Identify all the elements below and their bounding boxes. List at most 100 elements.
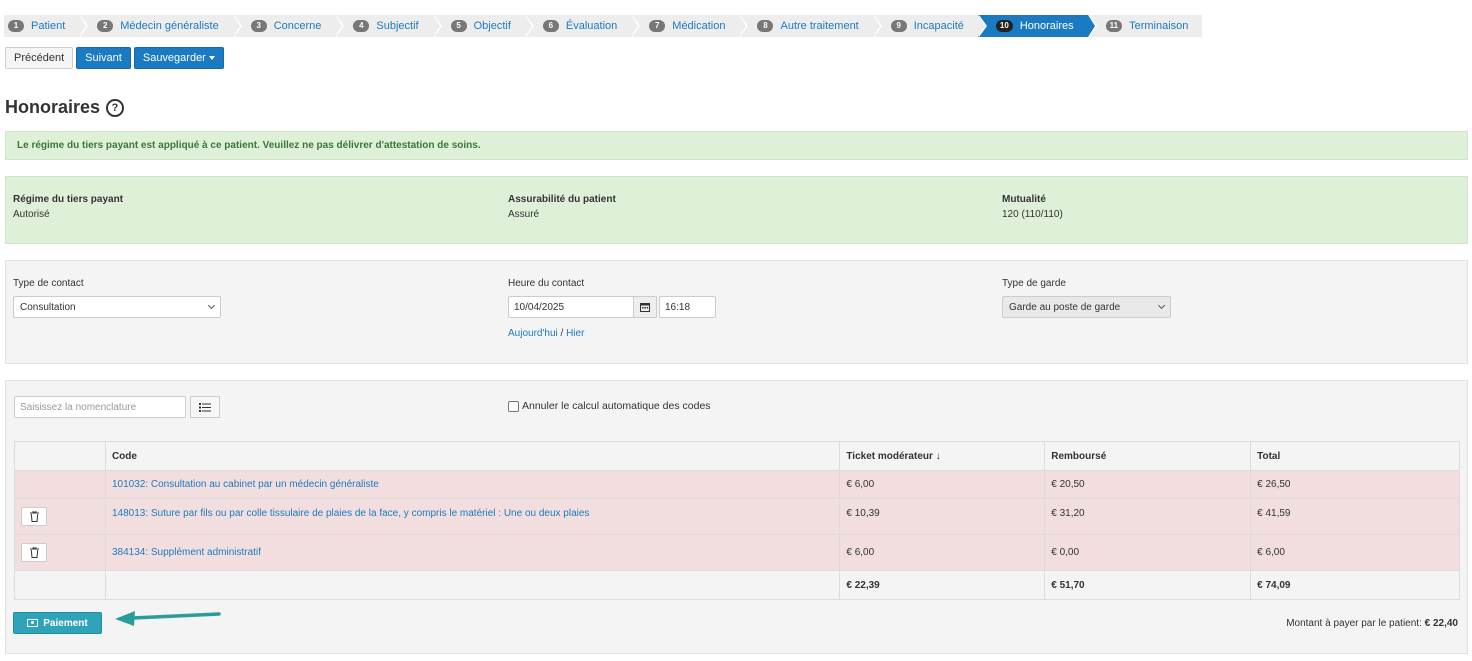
step-number: 9 bbox=[890, 20, 907, 32]
code-link[interactable]: 384134: Supplément administratif bbox=[104, 534, 841, 571]
garde-type-select[interactable]: Garde au poste de garde bbox=[1002, 296, 1171, 318]
assurabilite-block: Assurabilité du patient Assuré bbox=[508, 194, 616, 220]
step-label: Évaluation bbox=[565, 20, 618, 32]
table-row: 384134: Supplément administratif € 6,00 … bbox=[14, 534, 1460, 571]
step-objectif[interactable]: 5 Objectif bbox=[432, 15, 535, 37]
today-link[interactable]: Aujourd'hui bbox=[508, 328, 558, 339]
auto-calc-checkbox[interactable] bbox=[508, 400, 519, 412]
total-column-header: Total bbox=[1250, 441, 1460, 471]
row-action-cell bbox=[14, 534, 106, 571]
list-icon[interactable] bbox=[190, 396, 220, 418]
step-number: 2 bbox=[97, 20, 114, 32]
step-medication[interactable]: 7 Médication bbox=[631, 15, 749, 37]
step-incapacite[interactable]: 9 Incapacité bbox=[872, 15, 988, 37]
step-label: Concerne bbox=[273, 20, 322, 32]
regime-value: Autorisé bbox=[13, 209, 50, 220]
contact-date-input[interactable]: 10/04/2025 bbox=[508, 296, 634, 318]
delete-button[interactable] bbox=[21, 507, 47, 526]
save-button-label: Sauvegarder bbox=[142, 52, 206, 64]
ticket-cell: € 10,39 bbox=[839, 498, 1046, 535]
step-label: Incapacité bbox=[913, 20, 964, 32]
step-evaluation[interactable]: 6 Évaluation bbox=[524, 15, 641, 37]
contact-time-label: Heure du contact bbox=[508, 278, 585, 289]
step-concerne[interactable]: 3 Concerne bbox=[232, 15, 345, 37]
total-cell: € 41,59 bbox=[1250, 498, 1460, 535]
due-value: € 22,40 bbox=[1424, 618, 1458, 629]
step-medecin-generaliste[interactable]: 2 Médecin généraliste bbox=[79, 15, 243, 37]
step-terminaison[interactable]: 11 Terminaison bbox=[1087, 15, 1203, 37]
row-action-cell bbox=[14, 498, 106, 535]
previous-button[interactable]: Précédent bbox=[5, 47, 74, 69]
auto-calc-label: Annuler le calcul automatique des codes bbox=[522, 400, 711, 412]
step-number: 7 bbox=[649, 20, 666, 32]
arrow-left-icon bbox=[115, 611, 221, 626]
total-cell: € 26,50 bbox=[1250, 470, 1460, 499]
step-number: 6 bbox=[542, 20, 559, 32]
ticket-cell: € 6,00 bbox=[839, 470, 1046, 499]
ticket-column-header[interactable]: Ticket modérateur ↓ bbox=[839, 441, 1046, 471]
yesterday-link[interactable]: Hier bbox=[566, 328, 584, 339]
chevron-down-icon bbox=[207, 301, 216, 310]
step-number: 8 bbox=[757, 20, 774, 32]
code-link[interactable]: 101032: Consultation au cabinet par un m… bbox=[104, 470, 841, 499]
step-number: 10 bbox=[995, 20, 1013, 32]
trash-icon bbox=[29, 547, 39, 558]
step-patient[interactable]: 1 Patient bbox=[4, 15, 89, 37]
step-subjectif[interactable]: 4 Subjectif bbox=[335, 15, 442, 37]
auto-calc-option[interactable]: Annuler le calcul automatique des codes bbox=[508, 400, 711, 412]
action-column-header bbox=[14, 441, 106, 471]
step-label: Objectif bbox=[473, 20, 511, 32]
due-label: Montant à payer par le patient: bbox=[1286, 618, 1425, 629]
contact-hour-input[interactable]: 16:18 bbox=[659, 296, 716, 318]
delete-button[interactable] bbox=[21, 543, 47, 562]
rembourse-column-header: Remboursé bbox=[1044, 441, 1252, 471]
tiers-payant-alert: Le régime du tiers payant est appliqué à… bbox=[5, 131, 1468, 160]
step-honoraires[interactable]: 10 Honoraires bbox=[977, 15, 1097, 37]
regime-block: Régime du tiers payant Autorisé bbox=[13, 194, 123, 220]
table-row: 101032: Consultation au cabinet par un m… bbox=[14, 470, 1460, 499]
save-button[interactable]: Sauvegarder bbox=[133, 47, 224, 69]
next-button[interactable]: Suivant bbox=[76, 47, 131, 69]
patient-info-panel: Régime du tiers payant Autorisé Assurabi… bbox=[5, 176, 1468, 244]
table-header-row: Code Ticket modérateur ↓ Remboursé Total bbox=[14, 441, 1460, 471]
mutualite-value: 120 (110/110) bbox=[1002, 209, 1063, 220]
nomenclature-search-input[interactable]: Saisissez la nomenclature bbox=[14, 396, 186, 418]
mutualite-label: Mutualité bbox=[1002, 194, 1046, 205]
payment-button[interactable]: Paiement bbox=[13, 612, 102, 634]
step-number: 1 bbox=[8, 20, 24, 32]
money-icon bbox=[27, 619, 39, 627]
rembourse-total: € 51,70 bbox=[1044, 570, 1252, 600]
ticket-total: € 22,39 bbox=[839, 570, 1046, 600]
patient-due-amount: Montant à payer par le patient: € 22,40 bbox=[1286, 618, 1458, 629]
contact-panel: Type de contact Consultation Heure du co… bbox=[5, 260, 1468, 364]
mutualite-block: Mutualité 120 (110/110) bbox=[1002, 194, 1063, 220]
rembourse-cell: € 20,50 bbox=[1044, 470, 1252, 499]
step-autre-traitement[interactable]: 8 Autre traitement bbox=[739, 15, 883, 37]
contact-type-value: Consultation bbox=[20, 301, 76, 313]
step-label: Subjectif bbox=[376, 20, 419, 32]
totals-row: € 22,39 € 51,70 € 74,09 bbox=[14, 570, 1460, 600]
step-number: 3 bbox=[250, 20, 267, 32]
contact-type-select[interactable]: Consultation bbox=[13, 296, 221, 318]
row-action-cell bbox=[14, 470, 106, 499]
help-icon[interactable]: ? bbox=[106, 98, 125, 117]
grand-total: € 74,09 bbox=[1250, 570, 1460, 600]
trash-icon bbox=[29, 511, 39, 522]
calendar-icon[interactable] bbox=[633, 296, 657, 318]
page-title-row: Honoraires? bbox=[5, 97, 125, 118]
table-row: 148013: Suture par fils ou par colle tis… bbox=[14, 498, 1460, 535]
total-cell: € 6,00 bbox=[1250, 534, 1460, 571]
totals-empty-cell bbox=[14, 570, 106, 600]
chevron-down-icon bbox=[1157, 301, 1166, 310]
step-label: Autre traitement bbox=[780, 20, 859, 32]
date-shortcuts: Aujourd'hui / Hier bbox=[508, 328, 584, 339]
code-link[interactable]: 148013: Suture par fils ou par colle tis… bbox=[104, 498, 841, 535]
toolbar: Précédent Suivant Sauvegarder bbox=[5, 47, 224, 69]
code-column-header: Code bbox=[104, 441, 841, 471]
rembourse-cell: € 31,20 bbox=[1044, 498, 1252, 535]
step-number: 4 bbox=[353, 20, 370, 32]
step-number: 5 bbox=[450, 20, 467, 32]
regime-label: Régime du tiers payant bbox=[13, 194, 124, 205]
codes-table: Code Ticket modérateur ↓ Remboursé Total… bbox=[14, 441, 1460, 600]
ticket-cell: € 6,00 bbox=[839, 534, 1046, 571]
